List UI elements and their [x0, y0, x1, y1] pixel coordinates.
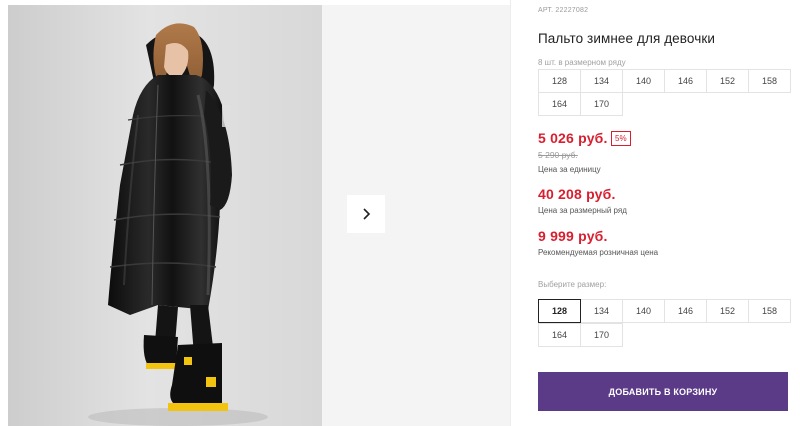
- size-row-cell: 170: [580, 92, 623, 116]
- column-divider: [510, 0, 511, 426]
- add-to-cart-button[interactable]: ДОБАВИТЬ В КОРЗИНУ: [538, 372, 788, 411]
- unit-price-note: Цена за единицу: [538, 165, 601, 174]
- size-row-cell: 146: [664, 69, 707, 93]
- size-option[interactable]: 158: [748, 299, 791, 323]
- sizes-in-row-caption: 8 шт. в размерном ряду: [538, 58, 626, 67]
- retail-price: 9 999 руб.: [538, 228, 608, 244]
- discount-badge: 5%: [611, 131, 631, 146]
- row-price-note: Цена за размерный ряд: [538, 206, 627, 215]
- size-option[interactable]: 146: [664, 299, 707, 323]
- size-option[interactable]: 164: [538, 323, 581, 347]
- size-option[interactable]: 134: [580, 299, 623, 323]
- article-number: АРТ. 22227082: [538, 7, 589, 14]
- product-gallery: [0, 0, 510, 426]
- row-price: 40 208 руб.: [538, 186, 616, 202]
- size-option-selected[interactable]: 128: [538, 299, 581, 323]
- size-row-cell: 140: [622, 69, 665, 93]
- size-row-cell: 158: [748, 69, 791, 93]
- product-title: Пальто зимнее для девочки: [538, 31, 716, 46]
- product-photo[interactable]: [8, 5, 322, 426]
- product-photo-illustration: [8, 5, 322, 426]
- size-option[interactable]: 152: [706, 299, 749, 323]
- unit-price: 5 026 руб.: [538, 130, 608, 146]
- size-row-cell: 152: [706, 69, 749, 93]
- product-info: АРТ. 22227082 Пальто зимнее для девочки …: [538, 0, 800, 426]
- select-size-caption: Выберите размер:: [538, 280, 607, 289]
- size-row-cell: 134: [580, 69, 623, 93]
- chevron-right-icon: [363, 208, 371, 220]
- retail-price-note: Рекомендуемая розничная цена: [538, 248, 659, 257]
- old-price: 5 290 руб.: [538, 150, 578, 160]
- size-row-cell: 128: [538, 69, 581, 93]
- size-option[interactable]: 170: [580, 323, 623, 347]
- next-image-button[interactable]: [347, 195, 385, 233]
- size-option[interactable]: 140: [622, 299, 665, 323]
- size-row-cell: 164: [538, 92, 581, 116]
